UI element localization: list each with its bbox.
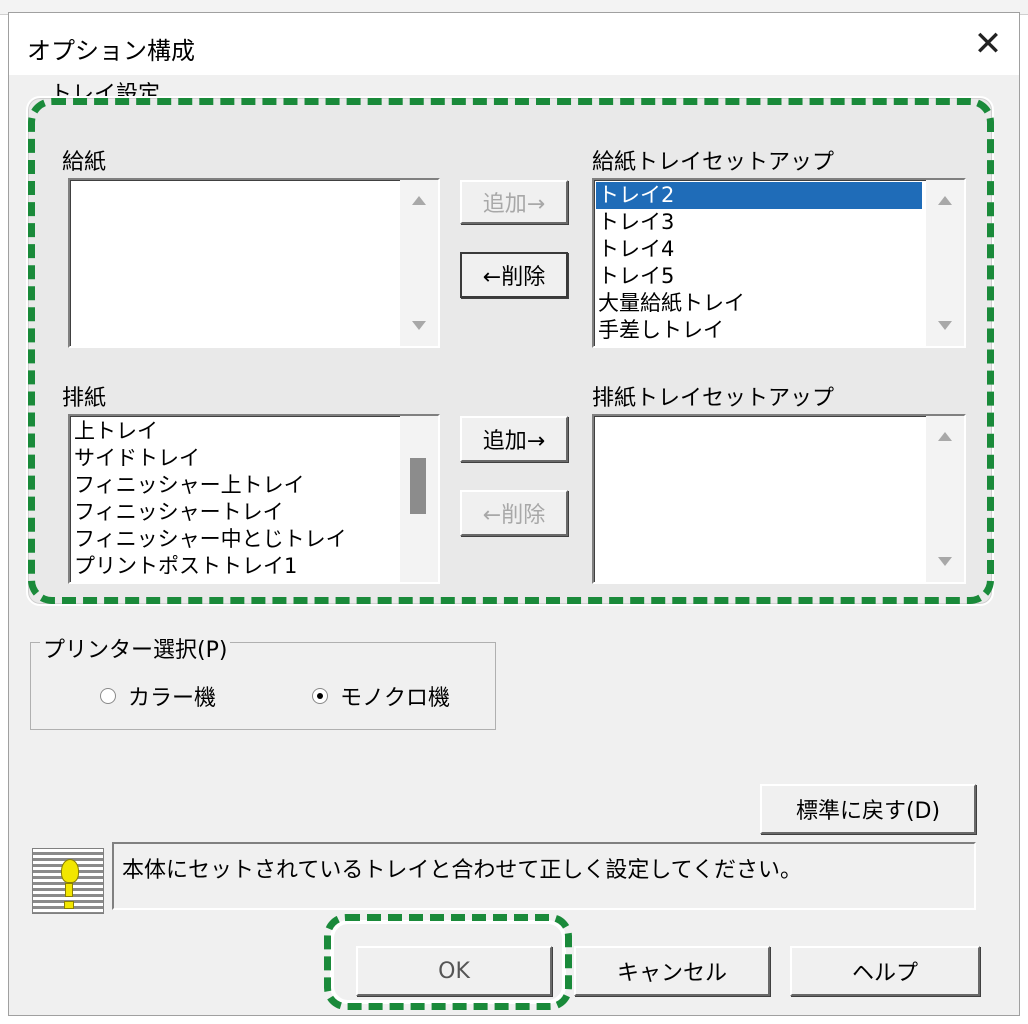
close-icon[interactable]: ✕ xyxy=(963,19,1013,69)
feed-setup-item[interactable]: トレイ4 xyxy=(596,236,922,263)
feed-setup-item[interactable]: トレイ5 xyxy=(596,263,922,290)
feed-setup-item[interactable]: 大量給紙トレイ xyxy=(596,290,922,317)
scroll-down-arrow-icon[interactable] xyxy=(412,321,426,330)
scroll-down-arrow-icon[interactable] xyxy=(938,557,952,566)
scroll-up-arrow-icon[interactable] xyxy=(938,196,952,205)
printer-select-label: プリンター選択(P) xyxy=(40,632,231,664)
radio-label: カラー機 xyxy=(128,686,217,711)
output-item[interactable]: プリントポストトレイ1 xyxy=(72,553,396,580)
feed-remove-button[interactable]: ←削除 xyxy=(460,252,568,298)
output-remove-button[interactable]: ←削除 xyxy=(460,490,568,536)
feed-setup-scrollbar[interactable] xyxy=(926,180,964,346)
scroll-up-arrow-icon[interactable] xyxy=(938,432,952,441)
output-label: 排紙 xyxy=(62,386,107,411)
radio-mono-printer[interactable]: モノクロ機 xyxy=(312,680,450,712)
scroll-down-arrow-icon[interactable] xyxy=(938,321,952,330)
scroll-up-arrow-icon[interactable] xyxy=(412,196,426,205)
output-scrollbar[interactable] xyxy=(400,416,438,582)
feed-setup-item[interactable]: トレイ3 xyxy=(596,209,922,236)
radio-color-printer[interactable]: カラー機 xyxy=(100,680,216,712)
bulb-base xyxy=(64,901,74,909)
output-add-button[interactable]: 追加→ xyxy=(460,416,568,462)
radio-button[interactable] xyxy=(100,688,116,704)
tray-settings-group-label: トレイ設定 xyxy=(50,82,161,96)
feed-setup-label: 給紙トレイセットアップ xyxy=(592,150,835,175)
output-item[interactable]: フィニッシャー中とじトレイ xyxy=(72,526,396,553)
radio-button[interactable] xyxy=(312,688,328,704)
feed-add-button[interactable]: 追加→ xyxy=(460,180,568,224)
output-item[interactable]: フィニッシャー上トレイ xyxy=(72,472,396,499)
message-box: 本体にセットされているトレイと合わせて正しく設定してください。 xyxy=(112,842,976,910)
bulb-shape xyxy=(61,859,79,883)
radio-label: モノクロ機 xyxy=(340,686,451,711)
feed-label: 給紙 xyxy=(62,150,107,175)
output-item[interactable]: 上トレイ xyxy=(72,418,396,445)
feed-setup-item[interactable]: 手差しトレイ xyxy=(596,317,922,344)
feed-listbox[interactable] xyxy=(68,178,440,348)
lightbulb-icon xyxy=(32,848,104,914)
cancel-button[interactable]: キャンセル xyxy=(574,946,770,996)
title-bar: オプション構成 ✕ xyxy=(9,13,1019,75)
output-setup-label: 排紙トレイセットアップ xyxy=(592,386,835,411)
output-item[interactable]: フィニッシャートレイ xyxy=(72,499,396,526)
restore-default-button[interactable]: 標準に戻す(D) xyxy=(760,784,976,834)
message-text: 本体にセットされているトレイと合わせて正しく設定してください。 xyxy=(122,858,803,883)
ok-button[interactable]: OK xyxy=(356,946,552,996)
feed-setup-listbox[interactable]: トレイ2 トレイ3 トレイ4 トレイ5 大量給紙トレイ 手差しトレイ xyxy=(592,178,966,348)
output-scroll-thumb[interactable] xyxy=(410,458,426,514)
output-setup-scrollbar[interactable] xyxy=(926,416,964,582)
output-item[interactable]: サイドトレイ xyxy=(72,445,396,472)
feed-scrollbar[interactable] xyxy=(400,180,438,346)
bulb-stem xyxy=(65,883,73,897)
dialog-title: オプション構成 xyxy=(27,37,195,65)
output-setup-listbox[interactable] xyxy=(592,414,966,584)
help-button[interactable]: ヘルプ xyxy=(790,946,980,996)
output-listbox[interactable]: 上トレイ サイドトレイ フィニッシャー上トレイ フィニッシャートレイ フィニッシ… xyxy=(68,414,440,584)
feed-setup-item[interactable]: トレイ2 xyxy=(596,182,922,209)
